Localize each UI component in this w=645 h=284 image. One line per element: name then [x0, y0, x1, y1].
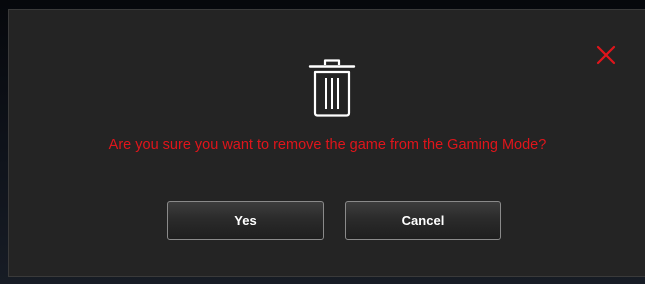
close-icon	[596, 45, 616, 65]
close-button[interactable]	[593, 42, 619, 68]
confirmation-message: Are you sure you want to remove the game…	[108, 137, 547, 153]
cancel-button[interactable]: Cancel	[345, 201, 501, 240]
yes-button[interactable]: Yes	[167, 201, 324, 240]
remove-game-dialog: Are you sure you want to remove the game…	[8, 9, 645, 277]
trash-icon	[306, 57, 358, 119]
